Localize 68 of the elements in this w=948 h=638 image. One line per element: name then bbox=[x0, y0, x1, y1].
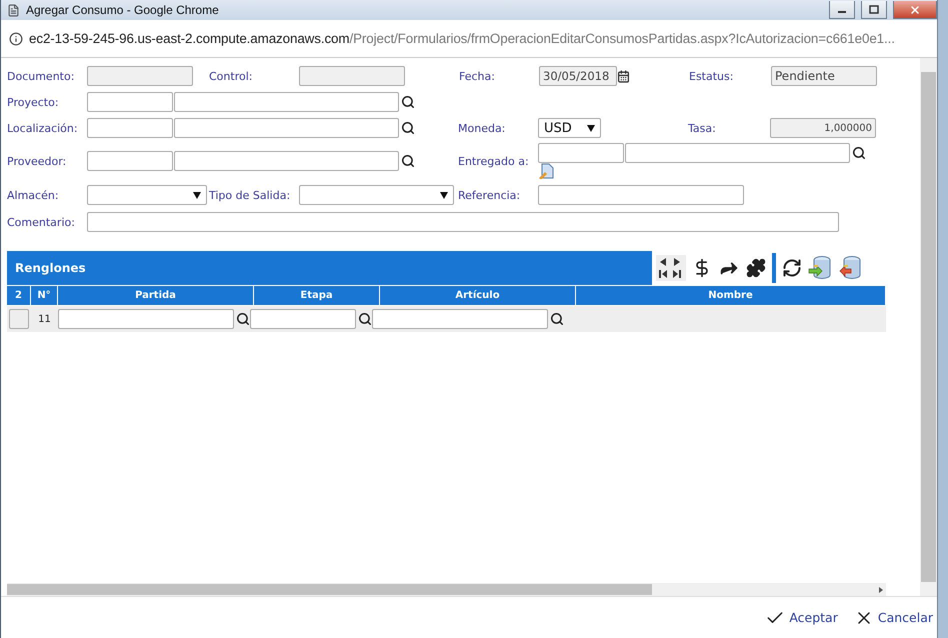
input-field[interactable] bbox=[58, 309, 234, 329]
input-field[interactable] bbox=[625, 143, 850, 163]
refresh-icon[interactable] bbox=[782, 258, 802, 278]
field-label: Entregado a: bbox=[458, 154, 530, 168]
grid-title: Renglones bbox=[7, 251, 652, 285]
input-field[interactable] bbox=[174, 118, 399, 138]
next-icon[interactable] bbox=[672, 257, 682, 267]
search-icon[interactable] bbox=[401, 95, 415, 109]
field-label: Tasa: bbox=[688, 122, 717, 134]
row-number: 11 bbox=[37, 314, 52, 324]
column-header[interactable]: Nombre bbox=[576, 286, 886, 305]
last-page-icon[interactable] bbox=[672, 269, 682, 279]
page-icon bbox=[7, 4, 20, 16]
search-icon[interactable] bbox=[358, 312, 372, 326]
close-button[interactable] bbox=[893, 1, 937, 19]
column-header[interactable]: N° bbox=[31, 286, 58, 305]
input-field[interactable] bbox=[87, 92, 173, 112]
input-field[interactable] bbox=[174, 151, 399, 171]
field-label: Proveedor: bbox=[7, 154, 68, 168]
cancel-button[interactable]: Cancelar bbox=[854, 608, 933, 628]
maximize-icon bbox=[869, 5, 879, 14]
column-header[interactable]: Etapa bbox=[254, 286, 380, 305]
search-icon[interactable] bbox=[550, 312, 564, 326]
puzzle-icon[interactable] bbox=[746, 258, 766, 278]
info-icon[interactable] bbox=[9, 32, 23, 46]
database-export-icon[interactable] bbox=[838, 255, 862, 281]
field-label: Estatus: bbox=[689, 70, 734, 82]
dropdown[interactable]: USD bbox=[538, 118, 601, 138]
column-header[interactable]: Artículo bbox=[380, 286, 576, 305]
input-field[interactable] bbox=[87, 151, 173, 171]
horizontal-scrollbar[interactable] bbox=[7, 583, 886, 596]
field-label: Fecha: bbox=[459, 70, 496, 82]
minimize-button[interactable] bbox=[829, 1, 855, 19]
input-field[interactable] bbox=[174, 92, 399, 112]
field-label: Tipo de Salida: bbox=[209, 188, 292, 202]
field-label: Referencia: bbox=[458, 188, 522, 202]
database-import-icon[interactable] bbox=[808, 255, 832, 281]
close-icon bbox=[909, 4, 921, 16]
field-label: Moneda: bbox=[458, 122, 506, 134]
field-label: Localización: bbox=[7, 122, 79, 134]
input-field[interactable] bbox=[87, 118, 173, 138]
caret-icon bbox=[587, 124, 595, 132]
search-icon[interactable] bbox=[852, 146, 866, 160]
accept-button[interactable]: Aceptar bbox=[765, 608, 838, 628]
window-title: Agregar Consumo - Google Chrome bbox=[26, 3, 220, 17]
input-field[interactable] bbox=[87, 212, 839, 232]
input-field[interactable] bbox=[538, 185, 744, 205]
field-label: Control: bbox=[209, 70, 254, 82]
url-text[interactable]: ec2-13-59-245-96.us-east-2.compute.amazonaws.com/Project/Formularios/frmOperacionEditarConsumosPartidas.aspx?IcAutorizacion=c661e0e1... bbox=[29, 31, 895, 46]
maximize-button[interactable] bbox=[861, 1, 887, 19]
search-icon[interactable] bbox=[401, 154, 415, 168]
input-field[interactable] bbox=[372, 309, 548, 329]
search-icon[interactable] bbox=[401, 121, 415, 135]
search-icon[interactable] bbox=[236, 312, 250, 326]
column-header[interactable]: 2 bbox=[7, 286, 31, 305]
field-label: Documento: bbox=[7, 70, 76, 82]
field-label: Comentario: bbox=[7, 216, 76, 228]
field-label: Almacén: bbox=[7, 188, 60, 202]
first-page-icon[interactable] bbox=[658, 269, 668, 279]
input-field[interactable] bbox=[250, 309, 356, 329]
field-label: Proyecto: bbox=[7, 96, 60, 108]
caret-icon bbox=[193, 192, 201, 198]
caret-icon bbox=[440, 192, 448, 198]
previous-icon[interactable] bbox=[658, 257, 668, 267]
vertical-scrollbar[interactable] bbox=[920, 58, 937, 596]
column-header[interactable]: Partida bbox=[58, 286, 254, 305]
input-field[interactable] bbox=[538, 143, 624, 163]
calendar-icon[interactable] bbox=[617, 70, 630, 82]
